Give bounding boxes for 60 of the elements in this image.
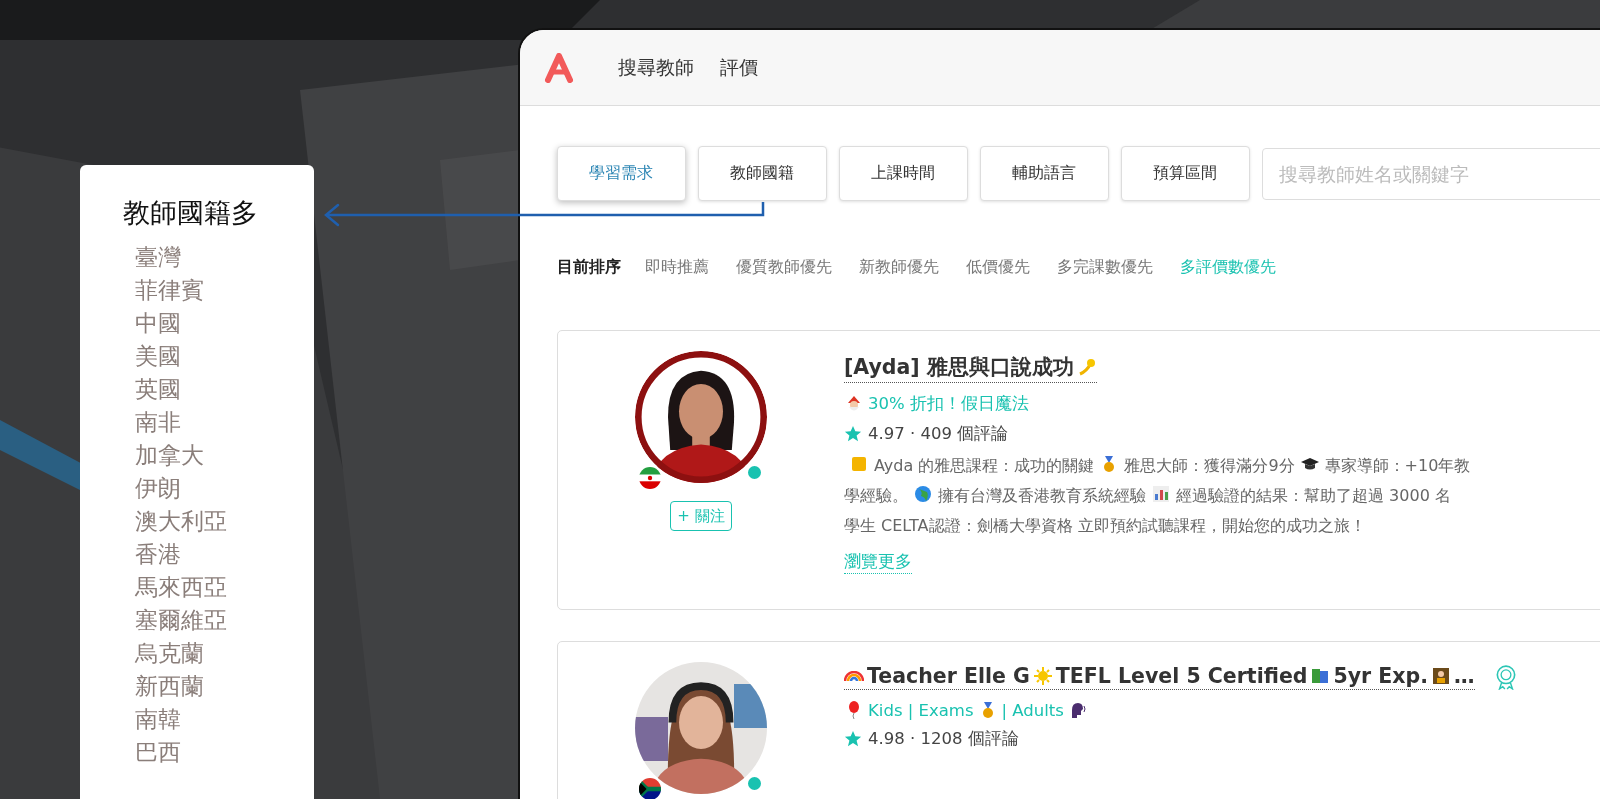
description-text: 經過驗證的結果：幫助了超過 3000 名 [1176, 485, 1451, 507]
country-name: 中國 [135, 309, 181, 338]
sort-option[interactable]: 低價優先 [966, 256, 1030, 278]
teacher-title[interactable]: Teacher Elle G [867, 664, 1030, 688]
country-name: 南非 [135, 408, 181, 437]
description-text: 雅思大師：獲得滿分9分 [1124, 455, 1295, 477]
sort-label: 目前排序 [557, 256, 621, 278]
country-name: 澳大利亞 [135, 507, 227, 536]
promo-text: Kids | Exams [868, 700, 974, 720]
teacher-title[interactable]: … [1454, 664, 1475, 688]
search-field[interactable]: 搜尋教師姓名或關鍵字 [1261, 147, 1600, 200]
country-name: 塞爾維亞 [135, 606, 227, 635]
nav-link[interactable]: 評價 [720, 54, 758, 81]
rating-text: 4.98 · 1208 個評論 [868, 728, 1019, 750]
sort-option[interactable]: 優質教師優先 [736, 256, 832, 278]
rainbow-icon [844, 670, 864, 682]
description-text: 專家導師：+10年教 [1324, 455, 1471, 477]
square-icon [849, 454, 869, 474]
teacher-title[interactable]: TEFL Level 5 Certified [1055, 664, 1308, 688]
panel-title: 教師國籍多 [123, 196, 258, 230]
sort-option[interactable]: 新教師優先 [859, 256, 939, 278]
promo-text: | Adults [1001, 700, 1064, 720]
country-name: 馬來西亞 [135, 573, 227, 602]
country-name: 新西蘭 [135, 672, 204, 701]
sun-icon [1032, 666, 1053, 686]
nav-link[interactable]: 搜尋教師 [618, 54, 694, 81]
filter-button[interactable]: 上課時間 [838, 146, 968, 201]
globe-icon [913, 484, 933, 504]
sort-option[interactable]: 多完課數優先 [1057, 256, 1153, 278]
filter-button[interactable]: 學習需求 [557, 146, 686, 201]
filter-button[interactable]: 輔助語言 [979, 146, 1109, 201]
teacher-title[interactable]: [Ayda] 雅思與口說成功 [844, 353, 1074, 381]
country-name: 香港 [135, 540, 181, 569]
flag-icon [639, 467, 661, 489]
books-icon [1310, 666, 1331, 686]
country-name: 加拿大 [135, 441, 204, 470]
description-text: 擁有台灣及香港教育系統經驗 [938, 485, 1146, 507]
description-text: 學生 CELTA認證：劍橋大學資格 立即預約試聽課程，開始您的成功之旅！ [844, 515, 1366, 537]
country-name: 美國 [135, 342, 181, 371]
teacher-icon [1431, 666, 1452, 686]
teacher-title[interactable]: 5yr Exp. [1333, 664, 1429, 688]
filter-button[interactable]: 教師國籍 [697, 146, 827, 201]
flag-icon [639, 778, 661, 799]
rating-text: 4.97 · 409 個評論 [868, 423, 1009, 445]
promo-text: 30% 折扣！假日魔法 [868, 393, 1029, 415]
country-name: 巴西 [135, 738, 181, 767]
country-name: 臺灣 [135, 243, 181, 272]
logo-icon [544, 52, 574, 83]
sort-option[interactable]: 即時推薦 [645, 256, 709, 278]
country-name: 菲律賓 [135, 276, 204, 305]
country-name: 伊朗 [135, 474, 181, 503]
country-name: 南韓 [135, 705, 181, 734]
star-icon [844, 730, 862, 748]
filter-button[interactable]: 預算區間 [1120, 146, 1250, 201]
country-name: 英國 [135, 375, 181, 404]
country-name: 烏克蘭 [135, 639, 204, 668]
star-icon [844, 425, 862, 443]
bar-chart-icon [1151, 484, 1171, 504]
description-text: Ayda 的雅思課程：成功的關鍵 [874, 455, 1095, 477]
description-text: 學經驗。 [844, 485, 908, 507]
